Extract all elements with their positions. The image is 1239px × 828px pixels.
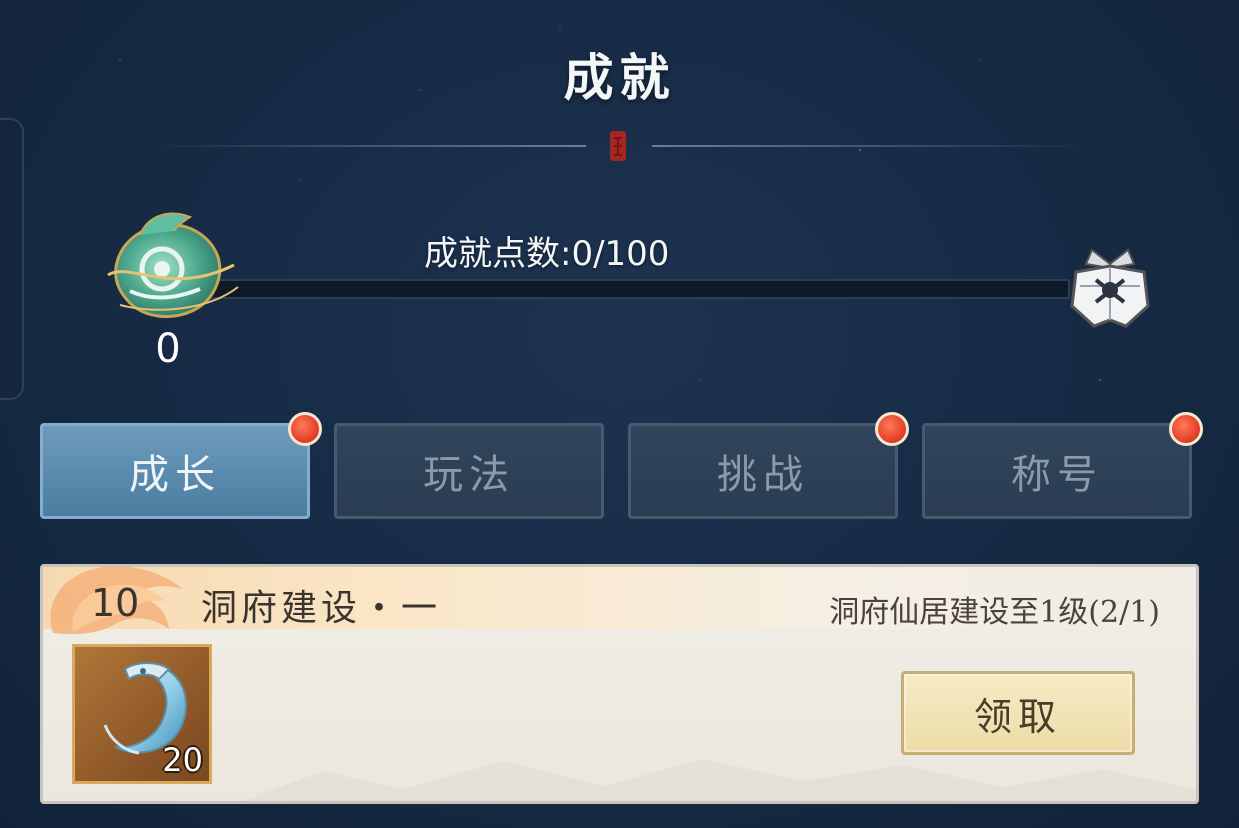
tab-label: 称号 [1011, 452, 1103, 498]
achievement-level-number: 0 [155, 326, 181, 372]
title-divider-right [652, 145, 1092, 147]
page-title: 成就 [563, 48, 676, 107]
claim-button[interactable]: 领取 [901, 671, 1135, 755]
achievement-progress-bar [188, 279, 1070, 299]
tab-label: 成长 [129, 452, 221, 498]
tab-gameplay[interactable]: 玩法 [334, 423, 604, 519]
achievement-card: 10 洞府建设・一 洞府仙居建设至1级(2/1) 20 领取 [40, 564, 1199, 804]
reward-item-slot[interactable]: 20 [72, 644, 212, 784]
red-seal-icon [610, 131, 626, 161]
achievement-points-label: 成就点数:0/100 [424, 234, 670, 274]
tab-titles[interactable]: 称号 [922, 423, 1192, 519]
side-panel-handle[interactable] [0, 118, 24, 400]
tab-challenge[interactable]: 挑战 [628, 423, 898, 519]
jade-dragon-emblem-icon [107, 212, 239, 318]
notification-dot-growth [288, 412, 322, 446]
notification-dot-challenge [875, 412, 909, 446]
tab-label: 挑战 [717, 452, 809, 498]
tab-label: 玩法 [423, 452, 515, 498]
gift-package-icon[interactable] [1068, 244, 1152, 330]
notification-dot-titles [1169, 412, 1203, 446]
tab-growth[interactable]: 成长 [40, 423, 310, 519]
title-divider-left [148, 145, 586, 147]
achievement-points-value: 10 [91, 581, 140, 625]
achievement-title: 洞府建设・一 [201, 588, 442, 629]
reward-count: 20 [162, 741, 203, 779]
claim-button-label: 领取 [973, 694, 1062, 739]
achievement-condition: 洞府仙居建设至1级(2/1) [829, 595, 1160, 630]
